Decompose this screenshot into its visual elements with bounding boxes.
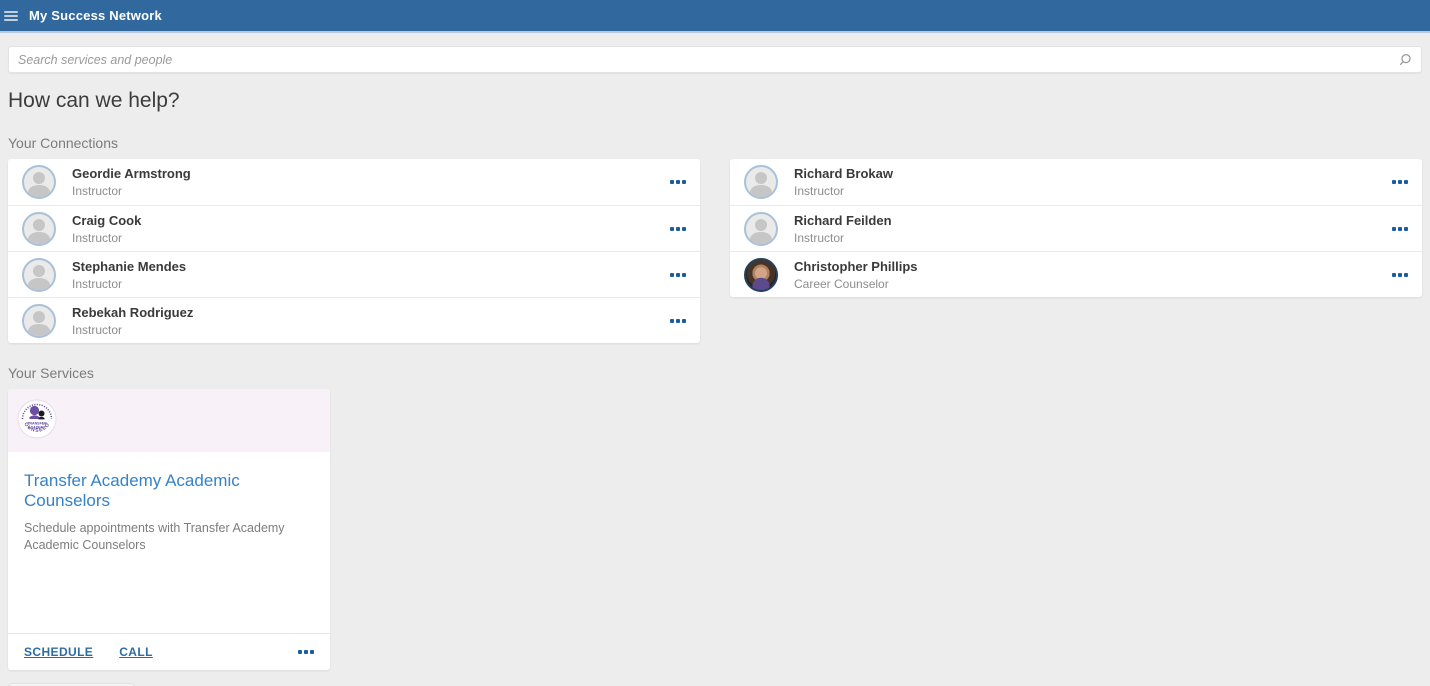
connection-name: Craig Cook	[72, 213, 141, 228]
ellipsis-menu-icon[interactable]	[1390, 269, 1408, 281]
connection-role: Instructor	[794, 184, 893, 198]
connection-role: Instructor	[72, 231, 141, 245]
ellipsis-menu-icon[interactable]	[668, 269, 686, 281]
connection-row[interactable]: Geordie Armstrong Instructor	[8, 159, 700, 205]
ellipsis-menu-icon[interactable]	[1390, 223, 1408, 235]
service-description: Schedule appointments with Transfer Acad…	[24, 520, 314, 554]
service-logo-icon: TRANSFER ACADEMY COUNSELOR	[17, 399, 57, 439]
app-window: My Success Network How can we help? Your…	[0, 0, 1430, 686]
page-heading: How can we help?	[8, 89, 1422, 113]
connections-heading: Your Connections	[8, 135, 1422, 151]
connection-name: Richard Feilden	[794, 213, 892, 228]
connections-panel: Geordie Armstrong Instructor Craig Cook …	[8, 159, 700, 343]
connection-row[interactable]: Rebekah Rodriguez Instructor	[8, 297, 700, 343]
search-input[interactable]	[18, 53, 1398, 67]
service-card: TRANSFER ACADEMY COUNSELOR Transfer Acad…	[8, 389, 330, 670]
connection-name: Richard Brokaw	[794, 166, 893, 181]
connection-name: Stephanie Mendes	[72, 259, 186, 274]
connection-role: Instructor	[72, 323, 193, 337]
avatar	[744, 212, 778, 246]
services-grid: TRANSFER ACADEMY COUNSELOR Transfer Acad…	[8, 389, 1422, 670]
avatar	[22, 304, 56, 338]
service-actions: SCHEDULE CALL	[8, 633, 330, 670]
service-action-schedule[interactable]: SCHEDULE	[24, 645, 93, 659]
main-content: How can we help? Your Connections Geordi…	[0, 46, 1430, 686]
services-heading: Your Services	[8, 365, 1422, 381]
connection-row[interactable]: Christopher Phillips Career Counselor	[730, 251, 1422, 297]
connection-row[interactable]: Richard Feilden Instructor	[730, 205, 1422, 251]
ellipsis-menu-icon[interactable]	[668, 223, 686, 235]
menu-icon[interactable]	[4, 9, 18, 23]
page-title: My Success Network	[29, 8, 162, 23]
ellipsis-menu-icon[interactable]	[668, 176, 686, 188]
connection-row[interactable]: Richard Brokaw Instructor	[730, 159, 1422, 205]
search-icon[interactable]	[1398, 53, 1412, 67]
connections-panel: Richard Brokaw Instructor Richard Feilde…	[730, 159, 1422, 297]
ellipsis-menu-icon[interactable]	[1390, 176, 1408, 188]
connection-name: Rebekah Rodriguez	[72, 305, 193, 320]
service-title[interactable]: Transfer Academy Academic Counselors	[24, 471, 314, 511]
avatar	[744, 258, 778, 292]
connections-grid: Geordie Armstrong Instructor Craig Cook …	[8, 159, 1422, 343]
ellipsis-menu-icon[interactable]	[668, 315, 686, 327]
ellipsis-menu-icon[interactable]	[296, 646, 314, 658]
avatar	[744, 165, 778, 199]
service-logo-strip: TRANSFER ACADEMY COUNSELOR	[8, 389, 330, 452]
service-action-call[interactable]: CALL	[119, 645, 153, 659]
connection-role: Instructor	[72, 184, 191, 198]
connection-role: Instructor	[794, 231, 892, 245]
connection-role: Career Counselor	[794, 277, 918, 291]
avatar	[22, 212, 56, 246]
avatar	[22, 258, 56, 292]
connection-name: Christopher Phillips	[794, 259, 918, 274]
connection-row[interactable]: Stephanie Mendes Instructor	[8, 251, 700, 297]
connection-name: Geordie Armstrong	[72, 166, 191, 181]
app-header: My Success Network	[0, 0, 1430, 33]
connection-row[interactable]: Craig Cook Instructor	[8, 205, 700, 251]
avatar	[22, 165, 56, 199]
search-bar	[8, 46, 1422, 73]
connection-role: Instructor	[72, 277, 186, 291]
